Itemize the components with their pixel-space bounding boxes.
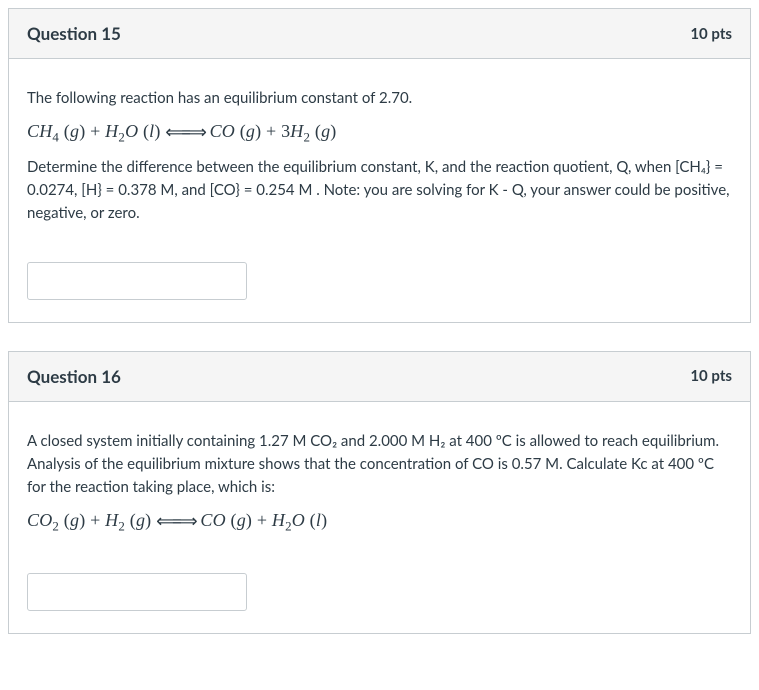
- question-title: Question 15: [27, 23, 121, 44]
- question-card: Question 15 10 pts The following reactio…: [8, 8, 751, 323]
- question-card: Question 16 10 pts A closed system initi…: [8, 351, 751, 634]
- question-text-intro: A closed system initially containing 1.2…: [27, 430, 732, 500]
- question-equation: CO2 (g) + H2 (g) ⟸⟹ CO (g) + H2O (l): [27, 507, 732, 537]
- question-body: The following reaction has an equilibriu…: [9, 59, 750, 322]
- question-body: A closed system initially containing 1.2…: [9, 402, 750, 633]
- answer-input[interactable]: [27, 573, 247, 611]
- question-equation: CH4 (g) + H2O (l) ⟸⟹ CO (g) + 3H2 (g): [27, 118, 732, 148]
- question-title: Question 16: [27, 366, 121, 387]
- question-text-instruction: Determine the difference between the equ…: [27, 156, 732, 226]
- question-points: 10 pts: [690, 25, 732, 43]
- question-header: Question 15 10 pts: [9, 9, 750, 59]
- answer-input[interactable]: [27, 262, 247, 300]
- question-header: Question 16 10 pts: [9, 352, 750, 402]
- question-points: 10 pts: [690, 367, 732, 385]
- question-text-intro: The following reaction has an equilibriu…: [27, 87, 732, 110]
